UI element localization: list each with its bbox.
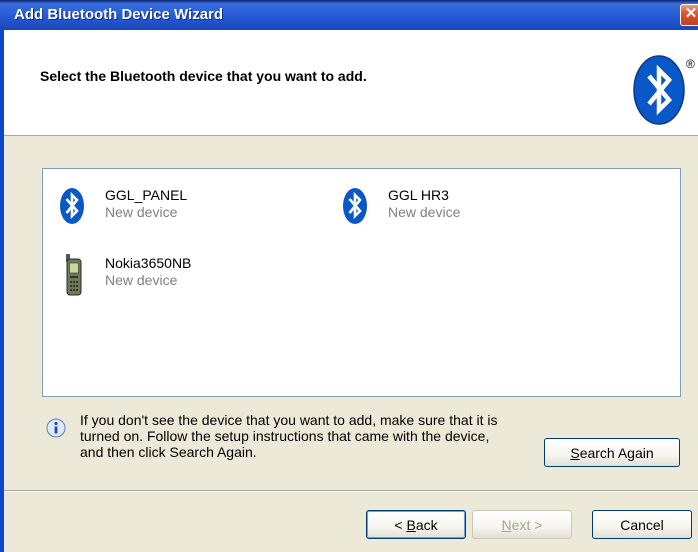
title-bar[interactable]: Add Bluetooth Device Wizard ✕: [0, 0, 698, 30]
next-arrow: >: [530, 516, 543, 533]
cancel-button[interactable]: Cancel: [592, 510, 692, 539]
close-button[interactable]: ✕: [680, 4, 698, 26]
next-button[interactable]: Next >: [472, 510, 572, 539]
button-label: ext: [511, 516, 531, 533]
device-name: GGL HR3: [388, 187, 449, 203]
mnemonic: S: [570, 444, 580, 461]
info-message: If you don't see the device that you wan…: [80, 412, 540, 460]
registered-mark: ®: [686, 57, 695, 71]
device-name: GGL_PANEL: [105, 187, 188, 203]
divider: [4, 490, 698, 492]
bluetooth-logo-icon: [633, 55, 685, 125]
device-status: New device: [388, 204, 461, 220]
bluetooth-icon: [60, 188, 84, 224]
device-item-ggl-panel[interactable]: GGL_PANEL New device: [59, 187, 319, 227]
back-arrow: <: [394, 516, 407, 533]
button-label: earch Again: [579, 444, 654, 461]
device-item-nokia3650nb[interactable]: Nokia3650NB New device: [59, 254, 319, 299]
info-icon: [46, 418, 66, 438]
info-line: If you don't see the device that you wan…: [80, 412, 498, 428]
search-again-button[interactable]: Search Again: [544, 438, 680, 467]
mnemonic: B: [406, 516, 416, 533]
page-title: Select the Bluetooth device that you wan…: [40, 68, 367, 84]
info-line: turned on. Follow the setup instructions…: [80, 428, 490, 444]
bluetooth-icon: [343, 188, 367, 224]
info-line: and then click Search Again.: [80, 444, 257, 460]
window-title: Add Bluetooth Device Wizard: [14, 6, 224, 23]
device-item-ggl-hr3[interactable]: GGL HR3 New device: [342, 187, 602, 227]
wizard-header: Select the Bluetooth device that you wan…: [4, 30, 698, 136]
back-button[interactable]: < Back: [366, 510, 466, 539]
device-name: Nokia3650NB: [105, 255, 192, 271]
button-label: ack: [415, 516, 438, 533]
button-label: Cancel: [620, 516, 664, 533]
device-list[interactable]: GGL_PANEL New device GGL HR3 New device …: [42, 168, 681, 397]
device-status: New device: [105, 272, 178, 288]
mobile-phone-icon: [66, 254, 82, 296]
mnemonic: N: [501, 516, 512, 533]
close-icon: ✕: [684, 5, 698, 22]
device-status: New device: [105, 204, 178, 220]
